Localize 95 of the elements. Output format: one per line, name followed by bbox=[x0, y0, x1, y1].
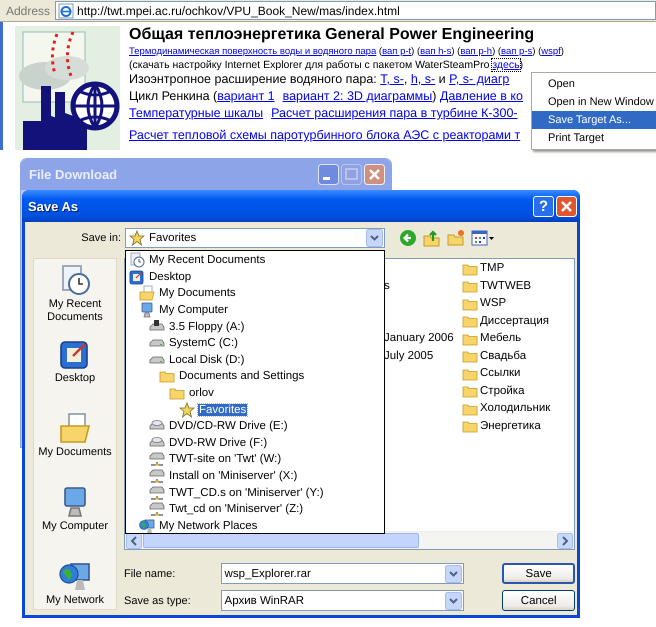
link[interactable]: Расчет тепловой схемы паротурбинного блока АЭС с реакторами т bbox=[129, 128, 520, 142]
link[interactable]: Давление в ко bbox=[440, 89, 523, 103]
star-icon bbox=[129, 230, 145, 246]
link[interactable]: Термодинамическая поверхность воды и водяного пара bbox=[129, 46, 376, 57]
dropdown-item[interactable]: My Network Places bbox=[126, 518, 384, 534]
folder-item[interactable]: Стройка bbox=[462, 382, 550, 400]
dropdown-item[interactable]: My Computer bbox=[126, 302, 384, 318]
menu-item[interactable]: Open in New Window bbox=[532, 93, 656, 111]
dropdown-item[interactable]: TWT-site on 'Twt' (W:) bbox=[126, 451, 384, 468]
file-item[interactable]: January 2006 bbox=[384, 330, 462, 348]
desktop-icon bbox=[59, 338, 91, 370]
folder-item[interactable]: Свадьба bbox=[462, 348, 550, 365]
scroll-thumb[interactable] bbox=[143, 533, 419, 548]
close-button[interactable] bbox=[364, 164, 385, 185]
dropdown-item[interactable]: My Documents bbox=[126, 285, 384, 302]
text-line: Изоэнтропное расширение водяного пара: T, s-, h, s- и P, s- диагр bbox=[129, 71, 510, 88]
menu-item[interactable]: Print Target bbox=[532, 129, 656, 147]
link[interactable]: Температурные шкалы bbox=[129, 106, 264, 120]
dropdown-item[interactable]: DVD/CD-RW Drive (E:) bbox=[126, 418, 384, 435]
up-folder-icon[interactable] bbox=[423, 229, 441, 247]
minimize-button[interactable] bbox=[318, 164, 339, 185]
file-type-dropdown[interactable]: Архив WinRAR bbox=[220, 590, 464, 611]
save-in-label: Save in: bbox=[80, 232, 122, 244]
folder-item[interactable]: Энергетика bbox=[462, 418, 550, 435]
dropdown-item[interactable]: Desktop bbox=[126, 268, 384, 286]
computer-icon bbox=[139, 302, 155, 318]
link[interactable]: вариант 2: 3D диаграммы bbox=[282, 89, 432, 103]
network-drive-icon bbox=[149, 484, 165, 501]
dropdown-item[interactable]: Twt_cd on 'Miniserver' (Z:) bbox=[126, 500, 384, 518]
window-title: File Download bbox=[29, 167, 118, 182]
window-title: Save As bbox=[28, 198, 78, 214]
folder-item[interactable]: Мебель bbox=[462, 330, 550, 348]
places-item[interactable]: My Recent Documents bbox=[34, 259, 116, 333]
dropdown-item[interactable]: Install on 'Miniserver' (X:) bbox=[126, 468, 384, 484]
folder-item[interactable]: Холодильник bbox=[462, 400, 550, 418]
link[interactable]: T, s- bbox=[380, 72, 404, 86]
menu-item[interactable]: Save Target As... bbox=[532, 111, 656, 129]
link[interactable]: h, s- bbox=[410, 72, 436, 86]
file-type-label: Save as type: bbox=[124, 594, 192, 606]
network-drive-icon bbox=[149, 451, 165, 468]
dropdown-item[interactable]: SystemC (C:) bbox=[126, 334, 384, 352]
file-name-label: File name: bbox=[124, 568, 176, 580]
dropdown-item[interactable]: Local Disk (D:) bbox=[126, 352, 384, 368]
folder-item[interactable]: Диссертация bbox=[462, 312, 550, 330]
folder-item[interactable]: TWTWEB bbox=[462, 278, 550, 295]
globe-computer-icon bbox=[59, 560, 91, 592]
address-label: Address bbox=[5, 4, 52, 18]
places-item[interactable]: My Documents bbox=[34, 407, 116, 481]
file-item[interactable]: July 2005 bbox=[384, 348, 462, 365]
text-line: Цикл Ренкина (вариант 1 вариант 2: 3D диаграммы) Давление в ко bbox=[129, 88, 523, 105]
places-item[interactable]: My Network bbox=[34, 555, 116, 609]
folder-item[interactable]: Ссылки bbox=[462, 365, 550, 382]
folder-document-icon bbox=[59, 412, 91, 444]
scroll-right-button[interactable] bbox=[557, 532, 573, 548]
link[interactable]: вап p-h bbox=[460, 46, 492, 57]
link[interactable]: вап h-s bbox=[420, 46, 452, 57]
network-drive-icon bbox=[149, 501, 165, 518]
folder-item[interactable]: TMP bbox=[462, 260, 550, 278]
help-button[interactable]: ? bbox=[533, 196, 554, 216]
page-title: Общая теплоэнергетика General Power Engineering bbox=[129, 26, 534, 44]
scroll-left-button[interactable] bbox=[126, 532, 142, 548]
folder-document-icon bbox=[139, 285, 155, 302]
cancel-button[interactable]: Cancel bbox=[502, 590, 576, 611]
dropdown-item[interactable]: DVD-RW Drive (F:) bbox=[126, 434, 384, 452]
dropdown-item[interactable]: orlov bbox=[126, 384, 384, 402]
dropdown-item[interactable]: TWT_CD.s on 'Miniserver' (Y:) bbox=[126, 484, 384, 501]
link[interactable]: Расчет расширения пара в турбине К-300- bbox=[271, 106, 518, 120]
globe-computer-icon bbox=[139, 518, 155, 534]
link[interactable]: P, s- диагр bbox=[449, 72, 510, 86]
view-menu-icon[interactable] bbox=[471, 229, 495, 247]
star-icon bbox=[179, 402, 195, 418]
clock-document-icon bbox=[59, 264, 91, 296]
browser-page-icon bbox=[58, 2, 74, 18]
dropdown-item[interactable]: My Recent Documents bbox=[126, 252, 384, 269]
text-line: Термодинамическая поверхность воды и водяного пара (вап p-t) (вап h-s) (вап p-h) (вап p-s) (wspf) bbox=[129, 45, 564, 59]
address-field[interactable]: http://twt.mpei.ac.ru/ochkov/VPU_Book_New/mas/index.html bbox=[55, 1, 656, 20]
save-in-dropdown[interactable]: Favorites bbox=[125, 228, 385, 248]
link[interactable]: wspf bbox=[541, 46, 561, 57]
link[interactable]: вариант 1 bbox=[217, 89, 275, 103]
save-button[interactable]: Save bbox=[502, 563, 575, 584]
network-drive-icon bbox=[149, 468, 165, 484]
places-item[interactable]: My Computer bbox=[34, 481, 116, 555]
file-name-field[interactable]: wsp_Explorer.rar bbox=[220, 563, 464, 584]
new-folder-icon[interactable] bbox=[447, 229, 465, 247]
link[interactable]: вап p-s bbox=[501, 46, 532, 57]
back-icon[interactable] bbox=[399, 229, 417, 247]
dropdown-item[interactable]: Favorites bbox=[126, 401, 384, 418]
link[interactable]: здесь bbox=[492, 59, 520, 71]
places-item[interactable]: Desktop bbox=[34, 333, 116, 407]
menu-item[interactable]: Open bbox=[532, 75, 656, 93]
dropdown-item[interactable]: 3.5 Floppy (A:) bbox=[126, 318, 384, 335]
desktop-icon bbox=[129, 268, 145, 285]
link[interactable]: вап p-t bbox=[382, 46, 412, 57]
folder-item[interactable]: WSP bbox=[462, 295, 550, 312]
dropdown-item[interactable]: Documents and Settings bbox=[126, 368, 384, 385]
